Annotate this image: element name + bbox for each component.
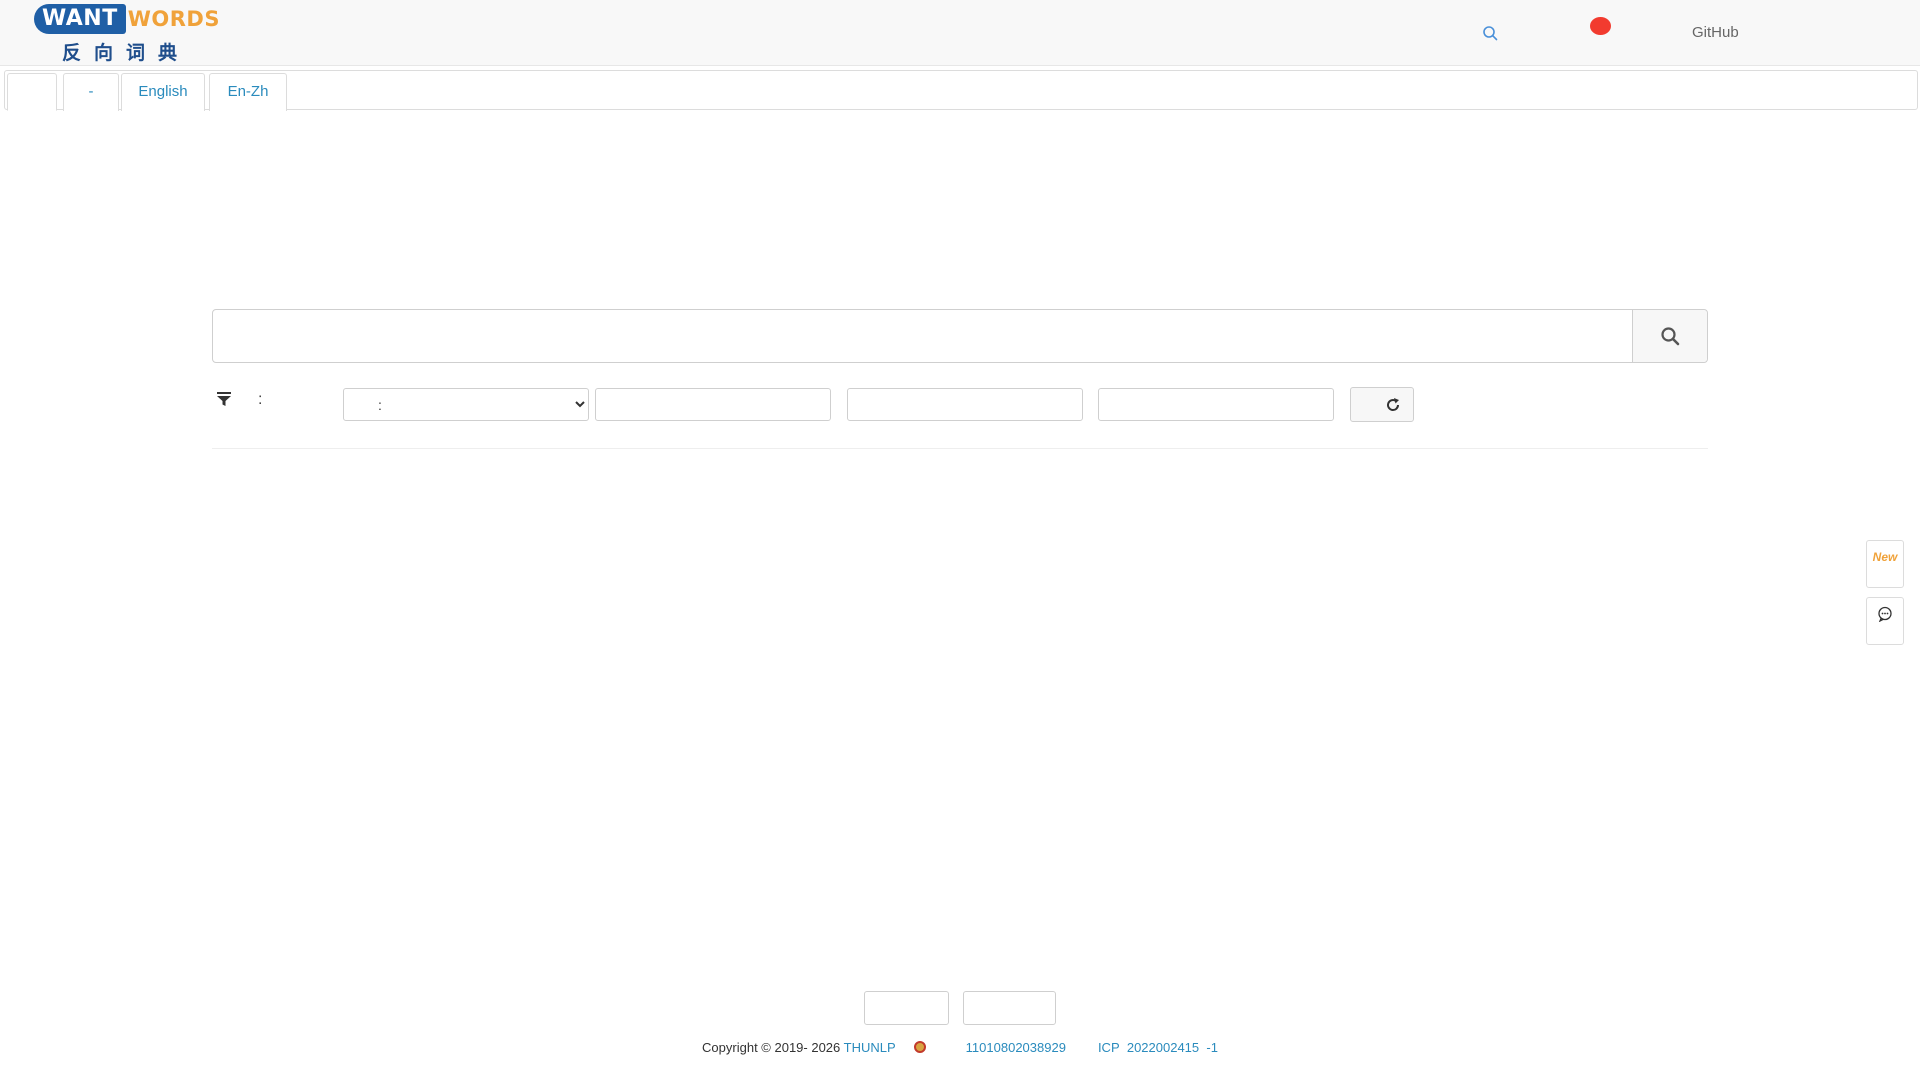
github-link[interactable]: GitHub: [1692, 24, 1739, 41]
new-badge-text: New: [1872, 550, 1898, 564]
logo-chinese-text: 反向词典: [62, 42, 191, 64]
new-feature-button[interactable]: New: [1866, 540, 1904, 588]
tab-english[interactable]: English: [121, 73, 205, 111]
search-icon[interactable]: [1482, 25, 1498, 41]
icp-link[interactable]: ICP 2022002415 -1: [1098, 1040, 1218, 1055]
tab-en-zh[interactable]: En-Zh: [209, 73, 287, 111]
tab-chinese[interactable]: [7, 73, 57, 111]
footer-button-2[interactable]: [963, 991, 1056, 1025]
police-badge-icon: [913, 1041, 926, 1053]
icp-suffix: -1: [1206, 1040, 1218, 1055]
filter-input-2[interactable]: [847, 388, 1083, 421]
logo-words-text: WORDS: [127, 7, 220, 31]
filter-label: :: [258, 391, 263, 408]
filter-icon: [217, 392, 231, 406]
search-button[interactable]: [1632, 310, 1707, 362]
top-navbar: WANT WORDS 反向词典 GitHub: [0, 0, 1920, 66]
filter-input-3[interactable]: [1098, 388, 1334, 421]
filter-input-1[interactable]: [595, 388, 831, 421]
red-dot-icon[interactable]: [1590, 17, 1611, 35]
divider: [212, 448, 1708, 449]
description-search-input[interactable]: [213, 310, 1633, 362]
filter-type-select[interactable]: :: [343, 388, 589, 421]
mode-tabs: - English En-Zh: [4, 70, 1918, 111]
reset-filter-button[interactable]: [1350, 387, 1414, 422]
logo-want-text: WANT: [34, 4, 126, 34]
thunlp-link[interactable]: THUNLP: [844, 1040, 896, 1055]
copyright-text: Copyright © 2019- 2026: [702, 1040, 844, 1055]
chat-icon: [1878, 606, 1892, 622]
footer-button-1[interactable]: [864, 991, 949, 1025]
icp-number: 2022002415: [1126, 1040, 1200, 1055]
refresh-icon: [1387, 397, 1400, 411]
icp-prefix: ICP: [1097, 1040, 1120, 1055]
magnifier-icon: [1661, 327, 1680, 346]
police-record-link[interactable]: 11010802038929: [966, 1040, 1066, 1055]
wantwords-logo[interactable]: WANT WORDS 反向词典: [34, 3, 219, 64]
logo-wordmark: WANT WORDS: [34, 4, 220, 34]
tab-chinese-english[interactable]: -: [63, 73, 119, 111]
feedback-button[interactable]: [1866, 597, 1904, 645]
search-bar: [212, 309, 1708, 363]
footer: Copyright © 2019- 2026 THUNLP 11010802038…: [0, 1040, 1920, 1055]
